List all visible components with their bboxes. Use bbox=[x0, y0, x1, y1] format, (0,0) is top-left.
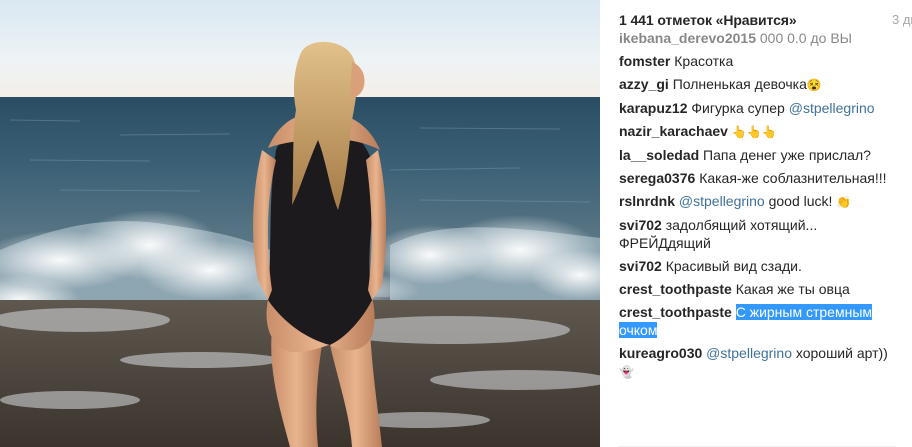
comment-mention[interactable]: @stpellegrino bbox=[706, 345, 792, 361]
comment-mention[interactable]: @stpellegrino bbox=[789, 100, 875, 116]
clapping-hands-emoji-icon: 👏 bbox=[836, 195, 852, 209]
comment-mention[interactable]: @stpellegrino bbox=[679, 193, 765, 209]
post-photo bbox=[0, 0, 600, 447]
dizzy-face-emoji-icon: 😵 bbox=[806, 78, 822, 92]
comment-username[interactable]: fomster bbox=[619, 53, 670, 69]
comment-text: Какая-же соблазнительная!!! bbox=[699, 170, 887, 186]
comment-item: karapuz12 Фигурка супер @stpellegrino bbox=[619, 99, 895, 117]
comment-username[interactable]: rslnrdnk bbox=[619, 193, 675, 209]
comment-username[interactable]: serega0376 bbox=[619, 170, 695, 186]
comment-username[interactable]: nazir_karachaev bbox=[619, 123, 728, 139]
comment-username[interactable]: svi702 bbox=[619, 258, 662, 274]
comments-list[interactable]: ikebana_derevo2015 000 0.0 до ВЫ fomster… bbox=[619, 33, 899, 447]
comment-text: Папа денег уже прислал? bbox=[703, 147, 871, 163]
likes-row: 1 441 отметок «Нравится» 3 дн. bbox=[619, 12, 912, 32]
comment-item: ikebana_derevo2015 000 0.0 до ВЫ bbox=[619, 33, 895, 47]
comment-username[interactable]: azzy_gi bbox=[619, 76, 669, 92]
comment-item: la__soledad Папа денег уже прислал? bbox=[619, 146, 895, 164]
comment-username[interactable]: crest_toothpaste bbox=[619, 281, 732, 297]
comment-text: Красивый вид сзади. bbox=[665, 258, 802, 274]
comment-item: svi702 Красивый вид сзади. bbox=[619, 257, 895, 275]
comment-item: fomster Красотка bbox=[619, 52, 895, 70]
comment-text: 000 0.0 до ВЫ bbox=[759, 33, 853, 46]
ghost-emoji-icon: 👻 bbox=[619, 365, 634, 379]
comment-text: Фигурка супер bbox=[691, 100, 785, 116]
likes-count[interactable]: 1 441 отметок «Нравится» bbox=[619, 12, 797, 28]
comment-item: rslnrdnk @stpellegrino good luck! 👏 bbox=[619, 192, 895, 211]
comment-item: serega0376 Какая-же соблазнительная!!! bbox=[619, 169, 895, 187]
pointing-hand-emoji-icon: 👆👆👆 bbox=[731, 125, 777, 139]
comment-username[interactable]: ikebana_derevo2015 bbox=[619, 33, 756, 46]
comment-text: Какая же ты овца bbox=[735, 281, 850, 297]
comment-username[interactable]: svi702 bbox=[619, 217, 662, 233]
comment-username[interactable]: kureagro030 bbox=[619, 345, 702, 361]
post-time[interactable]: 3 дн. bbox=[892, 12, 912, 27]
comment-text: good luck! bbox=[768, 193, 833, 209]
comment-username[interactable]: crest_toothpaste bbox=[619, 304, 732, 320]
comment-item: kureagro030 @stpellegrino хороший арт)) 👻 bbox=[619, 344, 895, 381]
comment-username[interactable]: karapuz12 bbox=[619, 100, 687, 116]
comment-text: Полненькая девочка bbox=[672, 76, 807, 92]
post-sidebar: 1 441 отметок «Нравится» 3 дн. ikebana_d… bbox=[600, 0, 912, 447]
comment-item: crest_toothpaste Какая же ты овца bbox=[619, 280, 895, 298]
comment-text: Красотка bbox=[674, 53, 734, 69]
comment-item: svi702 задолбящий хотящий... ФРЕЙДдящий bbox=[619, 216, 895, 252]
comment-item: nazir_karachaev 👆👆👆 bbox=[619, 122, 895, 141]
comment-item: crest_toothpaste С жирным стремным очком bbox=[619, 303, 895, 339]
comment-item: azzy_gi Полненькая девочка😵 bbox=[619, 75, 895, 94]
comment-username[interactable]: la__soledad bbox=[619, 147, 699, 163]
comment-text: хороший арт)) bbox=[795, 345, 888, 361]
